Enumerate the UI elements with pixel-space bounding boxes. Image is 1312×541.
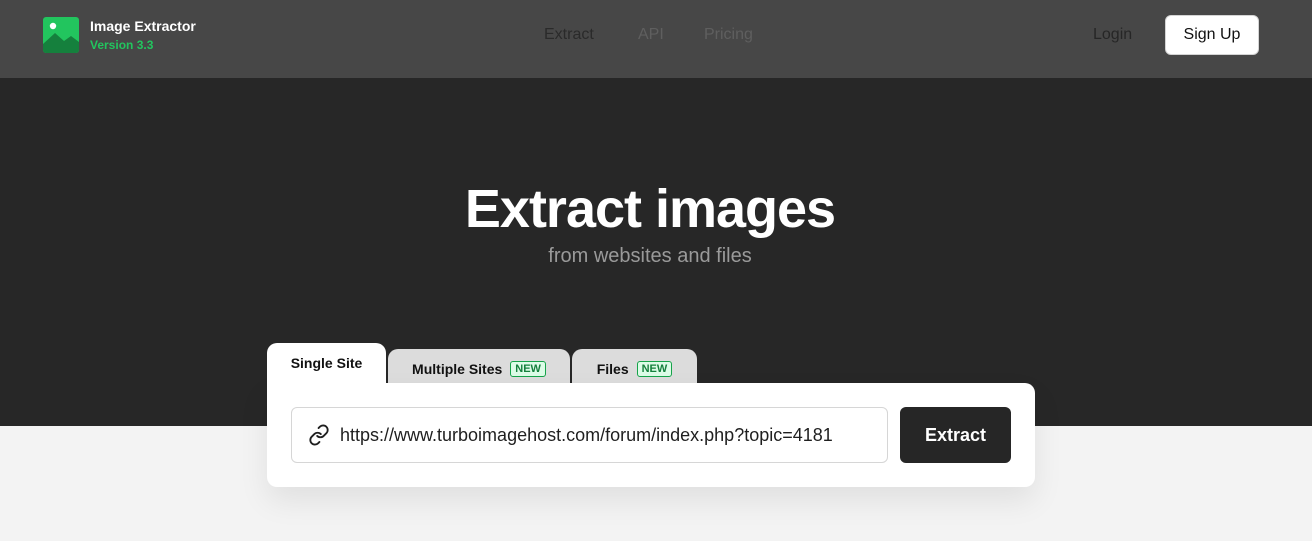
tab-label: Single Site [290,355,363,371]
extract-card: Extract [267,383,1035,487]
top-navbar: Image Extractor Version 3.3 Extract API … [0,0,1312,78]
image-icon[interactable] [43,17,79,53]
tab-label: Multiple Sites [412,361,503,377]
hero-subtitle: from websites and files [548,245,752,267]
nav-extract[interactable]: Extract [544,26,594,44]
brand-version: Version 3.3 [90,38,154,52]
extract-button[interactable]: Extract [900,407,1011,463]
signup-button[interactable]: Sign Up [1165,15,1259,55]
tab-label: Files [596,361,629,377]
brand-name[interactable]: Image Extractor [90,18,196,34]
link-icon [308,424,330,446]
tab-single-site[interactable]: Single Site [267,343,386,389]
new-badge: NEW [636,361,673,377]
hero-title: Extract images [464,179,836,239]
url-input[interactable] [340,424,880,446]
nav-api[interactable]: API [638,26,664,44]
url-field[interactable] [291,407,888,463]
nav-pricing[interactable]: Pricing [704,26,753,44]
new-badge: NEW [510,361,546,377]
login-link[interactable]: Login [1093,26,1132,44]
